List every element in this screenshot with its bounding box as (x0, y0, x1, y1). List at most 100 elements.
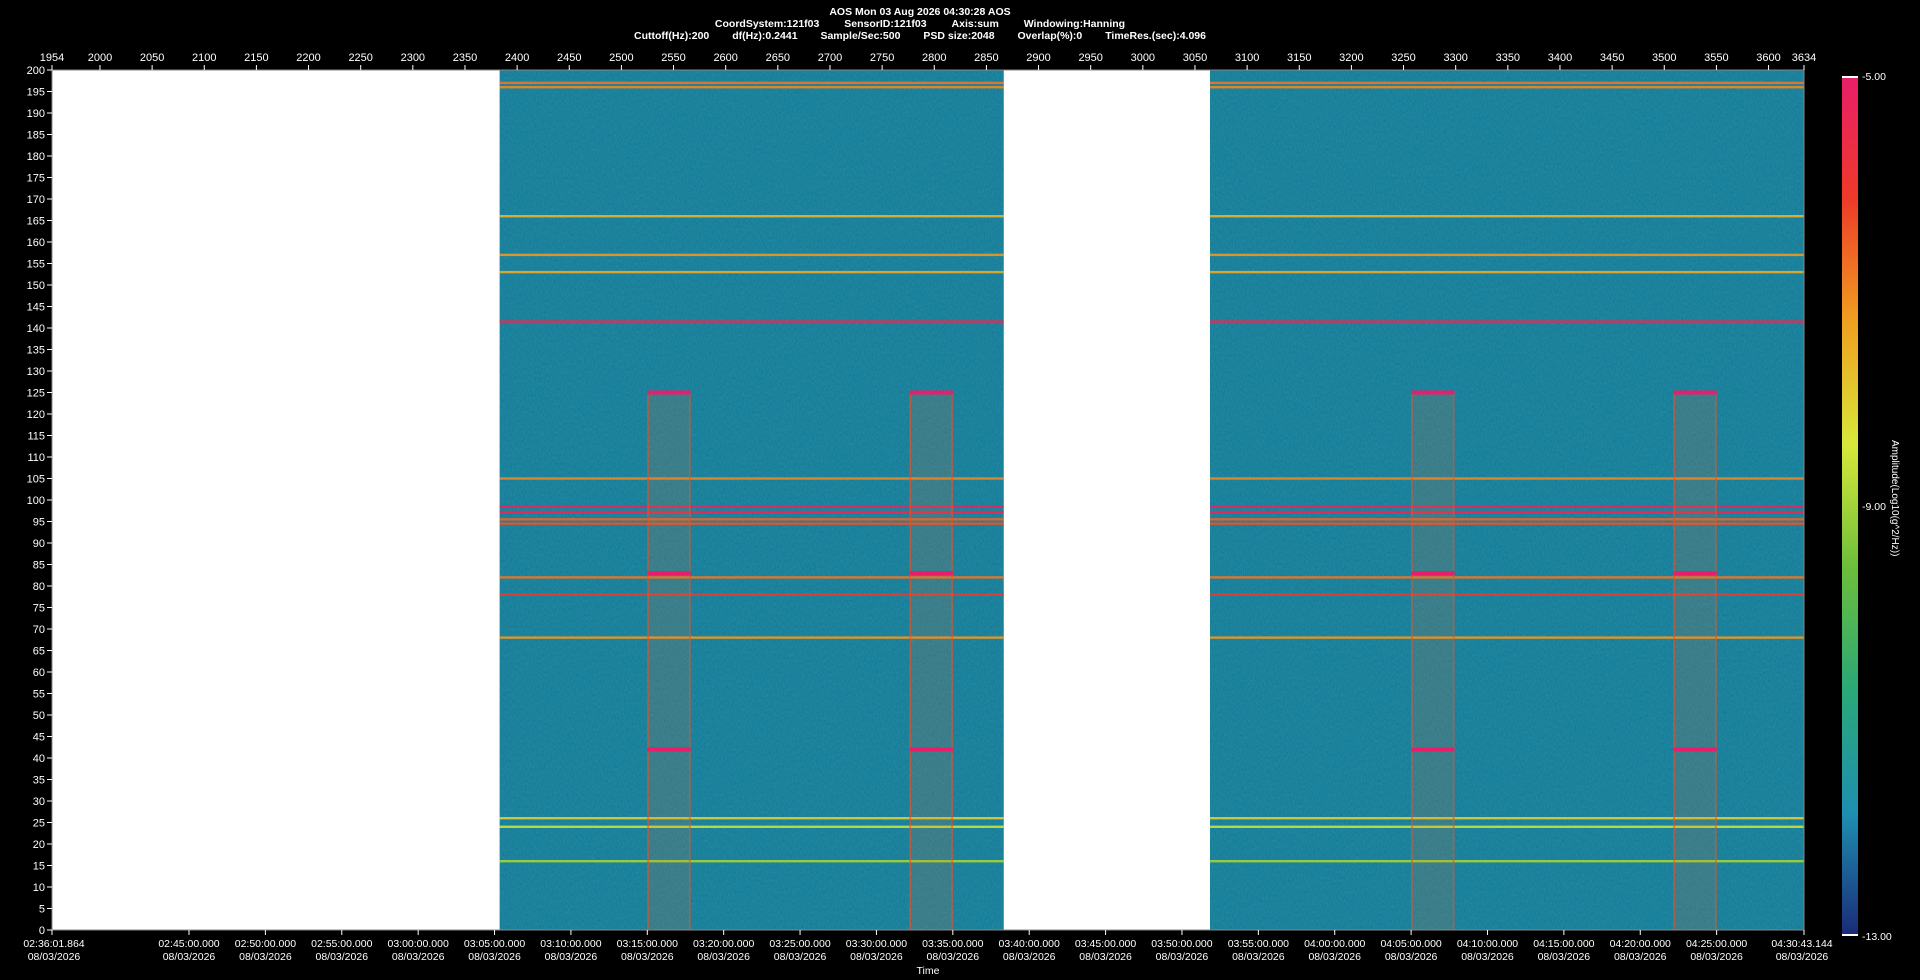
x-tick-time-label: 02:45:00.000 (158, 938, 219, 950)
y-tick-label: 40 (33, 753, 45, 765)
top-tick-label: 3200 (1339, 52, 1363, 64)
x-tick-time-label: 02:55:00.000 (311, 938, 372, 950)
y-tick-label: 185 (27, 130, 45, 142)
spectral-line (499, 86, 1004, 89)
top-tick-label: 3000 (1131, 52, 1155, 64)
event-mark (647, 390, 691, 395)
x-tick-date-label: 08/03/2026 (315, 951, 368, 963)
x-tick-date-label: 08/03/2026 (468, 951, 521, 963)
top-tick-label: 2250 (348, 52, 372, 64)
top-tick-label: 3050 (1183, 52, 1207, 64)
event-edge-left (909, 392, 912, 930)
x-tick-date-label: 08/03/2026 (1538, 951, 1591, 963)
x-tick-time-label: 04:10:00.000 (1457, 938, 1518, 950)
top-tick-label: 2150 (244, 52, 268, 64)
top-tick-label: 2500 (609, 52, 633, 64)
top-tick-label: 3550 (1704, 52, 1728, 64)
top-tick-label: 3350 (1496, 52, 1520, 64)
event-mark (909, 747, 953, 752)
event-band-1 (647, 392, 691, 930)
colorbar-axis-label: Amplitude(Log10(g^2/Hz)) (1889, 440, 1900, 557)
y-tick-label: 45 (33, 732, 45, 744)
x-tick-time-label: 04:05:00.000 (1380, 938, 1441, 950)
event-mark (647, 571, 691, 576)
x-tick-time-label: 04:15:00.000 (1533, 938, 1594, 950)
x-tick-date-label: 08/03/2026 (1232, 951, 1285, 963)
x-tick-time-label: 03:30:00.000 (846, 938, 907, 950)
top-tick-label: 3300 (1443, 52, 1467, 64)
y-tick-label: 135 (27, 345, 45, 357)
x-tick-time-label: 04:00:00.000 (1304, 938, 1365, 950)
event-mark (909, 571, 953, 576)
y-tick-label: 85 (33, 560, 45, 572)
x-axis-title: Time (917, 965, 940, 977)
top-tick-label: 3500 (1652, 52, 1676, 64)
colorbar-min-marker (1842, 934, 1858, 936)
x-tick-date-label: 08/03/2026 (1156, 951, 1209, 963)
x-tick-date-label: 08/03/2026 (1614, 951, 1667, 963)
event-mark (1673, 747, 1717, 752)
event-edge-left (1411, 392, 1413, 930)
x-tick-date-label: 08/03/2026 (1776, 951, 1829, 963)
x-tick-date-label: 08/03/2026 (1385, 951, 1438, 963)
top-tick-label: 2400 (505, 52, 529, 64)
x-tick-date-label: 08/03/2026 (1461, 951, 1514, 963)
x-tick-date-label: 08/03/2026 (392, 951, 445, 963)
spectral-line (499, 270, 1004, 274)
top-tick-label: 2600 (713, 52, 737, 64)
spectral-line (499, 253, 1004, 257)
y-tick-label: 0 (39, 925, 45, 937)
y-tick-label: 130 (27, 366, 45, 378)
y-tick-label: 30 (33, 796, 45, 808)
event-mark (1673, 571, 1717, 576)
top-tick-label: 2450 (557, 52, 581, 64)
y-tick-label: 90 (33, 538, 45, 550)
x-tick-time-label: 03:15:00.000 (617, 938, 678, 950)
y-tick-label: 15 (33, 861, 45, 873)
top-tick-label: 2200 (296, 52, 320, 64)
y-tick-label: 100 (27, 495, 45, 507)
top-tick-label: 1954 (40, 52, 64, 64)
y-tick-label: 10 (33, 882, 45, 894)
top-tick-label: 3100 (1235, 52, 1259, 64)
event-edge-right (951, 392, 953, 930)
event-band-2 (909, 392, 953, 930)
spectrogram-chart[interactable]: 0 5 10 15 20 25 30 35 40 45 50 55 60 65 70 75 80 85 90 95 10… (0, 0, 1920, 980)
x-tick-time-label: 03:20:00.000 (693, 938, 754, 950)
y-tick-label: 175 (27, 173, 45, 185)
event-edge-right (1452, 392, 1455, 930)
top-tick-label: 2650 (766, 52, 790, 64)
y-tick-label: 70 (33, 624, 45, 636)
colorbar-tick-label: -5.00 (1862, 71, 1886, 83)
x-tick-time-label: 04:25:00.000 (1686, 938, 1747, 950)
y-tick-label: 50 (33, 710, 45, 722)
x-tick-date-label: 08/03/2026 (1690, 951, 1743, 963)
spectral-line (499, 320, 1004, 323)
y-tick-label: 25 (33, 818, 45, 830)
y-tick-label: 195 (27, 87, 45, 99)
top-tick-label: 3400 (1548, 52, 1572, 64)
y-tick-label: 150 (27, 280, 45, 292)
top-tick-label: 3450 (1600, 52, 1624, 64)
top-tick-label: 2000 (88, 52, 112, 64)
x-tick-time-label: 03:25:00.000 (769, 938, 830, 950)
top-tick-label: 2750 (870, 52, 894, 64)
event-edge-left (1673, 392, 1675, 930)
spectral-line (1209, 320, 1804, 323)
event-band-4 (1673, 392, 1717, 930)
x-tick-date-label: 08/03/2026 (774, 951, 827, 963)
spectral-line (1209, 215, 1804, 218)
y-tick-label: 110 (27, 452, 45, 464)
x-tick-time-label: 03:05:00.000 (464, 938, 525, 950)
x-tick-time-label: 02:36:01.864 (23, 938, 84, 950)
x-tick-time-label: 03:40:00.000 (999, 938, 1060, 950)
x-tick-date-label: 08/03/2026 (1079, 951, 1132, 963)
x-tick-date-label: 08/03/2026 (28, 951, 81, 963)
y-tick-label: 65 (33, 646, 45, 658)
y-tick-label: 80 (33, 581, 45, 593)
y-tick-label: 160 (27, 237, 45, 249)
x-tick-date-label: 08/03/2026 (545, 951, 598, 963)
y-tick-label: 155 (27, 259, 45, 271)
event-mark (1411, 747, 1455, 752)
event-mark (1411, 390, 1455, 395)
